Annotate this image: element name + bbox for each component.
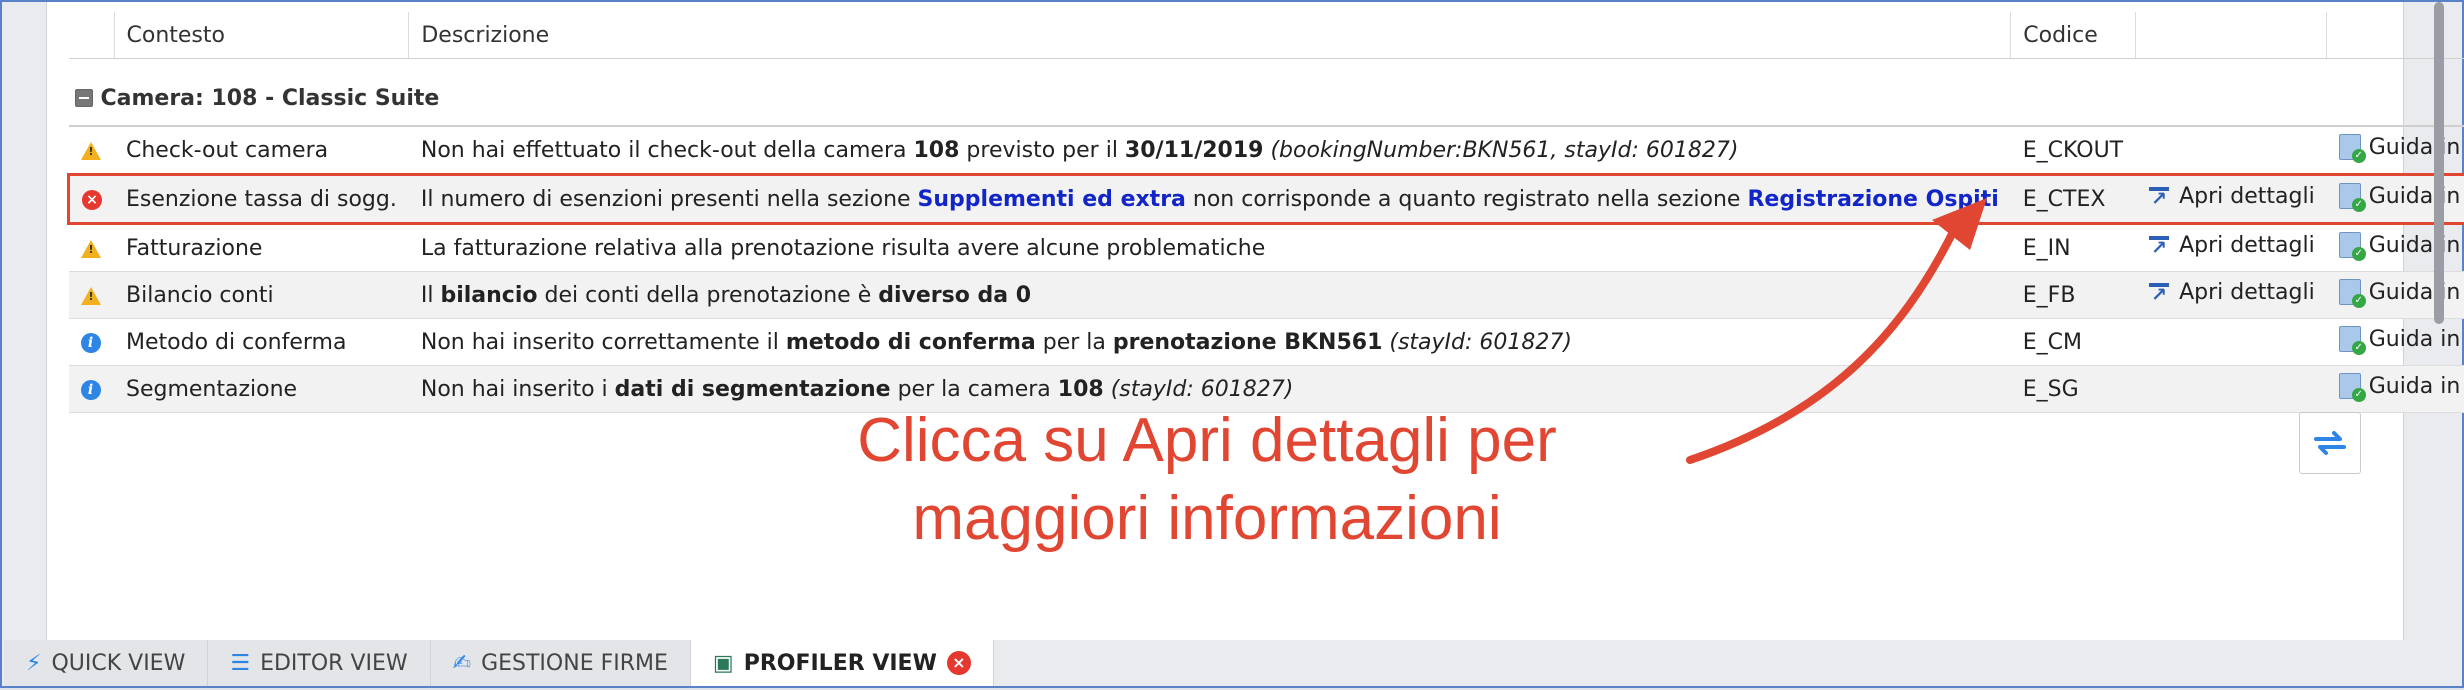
annotation-arrow xyxy=(2,2,2464,690)
view-tabs: ⚡QUICK VIEW ☰EDITOR VIEW ✍GESTIONE FIRME… xyxy=(4,640,994,686)
annotation-text: Clicca su Apri dettagli per maggiori inf… xyxy=(742,402,1672,558)
lightning-icon: ⚡ xyxy=(26,651,41,676)
monitor-icon: ▣ xyxy=(713,651,734,676)
tab-quick-view[interactable]: ⚡QUICK VIEW xyxy=(4,640,208,686)
tab-gestione-firme[interactable]: ✍GESTIONE FIRME xyxy=(431,640,691,686)
close-tab-icon[interactable]: × xyxy=(947,651,971,675)
tab-editor-view[interactable]: ☰EDITOR VIEW xyxy=(208,640,430,686)
tab-profiler-view[interactable]: ▣PROFILER VIEW × xyxy=(691,640,994,686)
editor-icon: ☰ xyxy=(230,651,250,676)
window-frame: Contesto Descrizione Codice Camera: 108 … xyxy=(0,0,2464,688)
signature-icon: ✍ xyxy=(453,651,471,676)
